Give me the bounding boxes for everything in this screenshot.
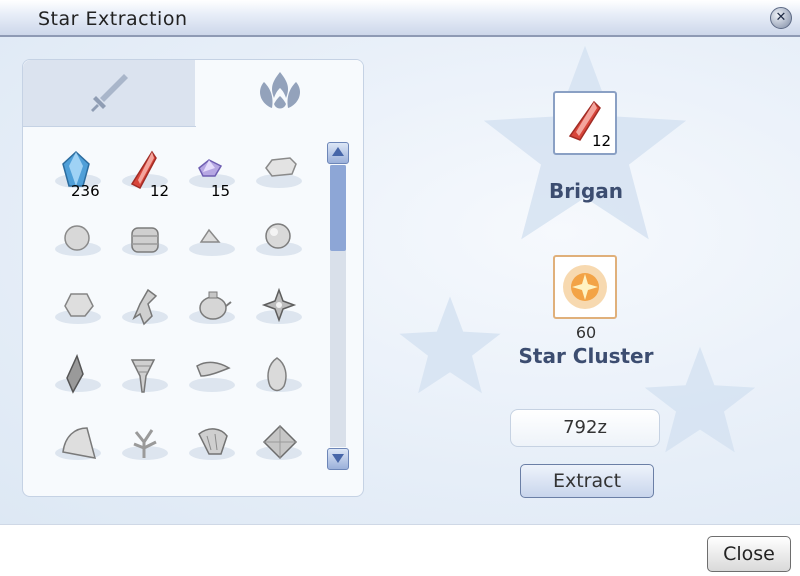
item-slot[interactable] xyxy=(183,348,241,406)
item-slot[interactable]: 12 xyxy=(116,144,174,202)
item-slot[interactable] xyxy=(116,416,174,474)
footer-bar: Close xyxy=(0,524,800,576)
item-scrollbar[interactable] xyxy=(327,142,349,470)
bone-icon xyxy=(265,157,297,177)
bulb-icon xyxy=(267,357,287,392)
sword-icon xyxy=(91,74,128,112)
item-slot[interactable] xyxy=(183,280,241,338)
orb-icon xyxy=(265,223,291,249)
figure-icon xyxy=(132,288,158,326)
pebble-icon xyxy=(199,228,221,243)
basket-icon xyxy=(131,227,159,253)
zeny-cost-field: 792z xyxy=(510,409,660,447)
claw-icon xyxy=(198,428,228,455)
result-count: 60 xyxy=(575,323,597,342)
item-slot[interactable] xyxy=(116,212,174,270)
pot-icon xyxy=(199,291,232,320)
flame-icon xyxy=(260,72,300,109)
arrow-up-icon xyxy=(332,147,344,156)
star-cluster-icon xyxy=(563,265,607,309)
drill-icon xyxy=(130,359,156,393)
diamond-icon xyxy=(262,424,298,460)
item-slot[interactable] xyxy=(116,348,174,406)
item-count: 12 xyxy=(150,182,170,200)
item-count: 15 xyxy=(211,182,231,200)
result-item-name: Star Cluster xyxy=(518,344,654,368)
shuriken-icon xyxy=(261,287,297,323)
star-extraction-window: Star Extraction ✕ 236 12 15 12 Brigan 60… xyxy=(0,0,800,576)
close-icon[interactable]: ✕ xyxy=(770,7,792,29)
arrow-down-icon xyxy=(332,454,344,463)
window-title: Star Extraction xyxy=(38,8,188,30)
close-button[interactable]: Close xyxy=(707,536,791,572)
scroll-thumb[interactable] xyxy=(330,165,346,251)
shell-icon xyxy=(62,427,97,459)
scroll-down-button[interactable] xyxy=(327,448,349,470)
extract-button[interactable]: Extract xyxy=(520,464,654,498)
item-slot[interactable] xyxy=(49,416,107,474)
coral-icon xyxy=(133,429,157,458)
item-panel: 236 12 15 xyxy=(22,59,364,497)
tab-element[interactable] xyxy=(195,60,363,126)
item-slot[interactable] xyxy=(250,280,308,338)
item-slot[interactable]: 236 xyxy=(49,144,107,202)
item-slot[interactable] xyxy=(116,280,174,338)
rock-icon xyxy=(64,293,94,317)
purple-gem-icon xyxy=(198,159,223,177)
item-slot[interactable] xyxy=(250,348,308,406)
source-item-slot[interactable]: 12 xyxy=(553,91,617,155)
item-slot[interactable] xyxy=(250,212,308,270)
item-slot[interactable] xyxy=(183,212,241,270)
tab-weapon[interactable] xyxy=(23,60,196,127)
stone-icon xyxy=(64,225,90,251)
fish-icon xyxy=(196,361,231,377)
shard-icon xyxy=(66,354,84,394)
item-slot[interactable] xyxy=(250,144,308,202)
result-item-slot xyxy=(553,255,617,319)
title-bar[interactable]: Star Extraction ✕ xyxy=(0,0,800,37)
content-area: 236 12 15 12 Brigan 60 Star Cluster 792z… xyxy=(0,37,800,524)
item-slot[interactable] xyxy=(250,416,308,474)
item-slot[interactable]: 15 xyxy=(183,144,241,202)
item-slot[interactable] xyxy=(49,348,107,406)
item-slot[interactable] xyxy=(49,212,107,270)
scroll-up-button[interactable] xyxy=(327,142,349,164)
item-count: 236 xyxy=(71,182,100,200)
item-slot[interactable] xyxy=(183,416,241,474)
item-slot[interactable] xyxy=(49,280,107,338)
source-item-name: Brigan xyxy=(548,179,623,203)
source-count: 12 xyxy=(592,132,612,150)
